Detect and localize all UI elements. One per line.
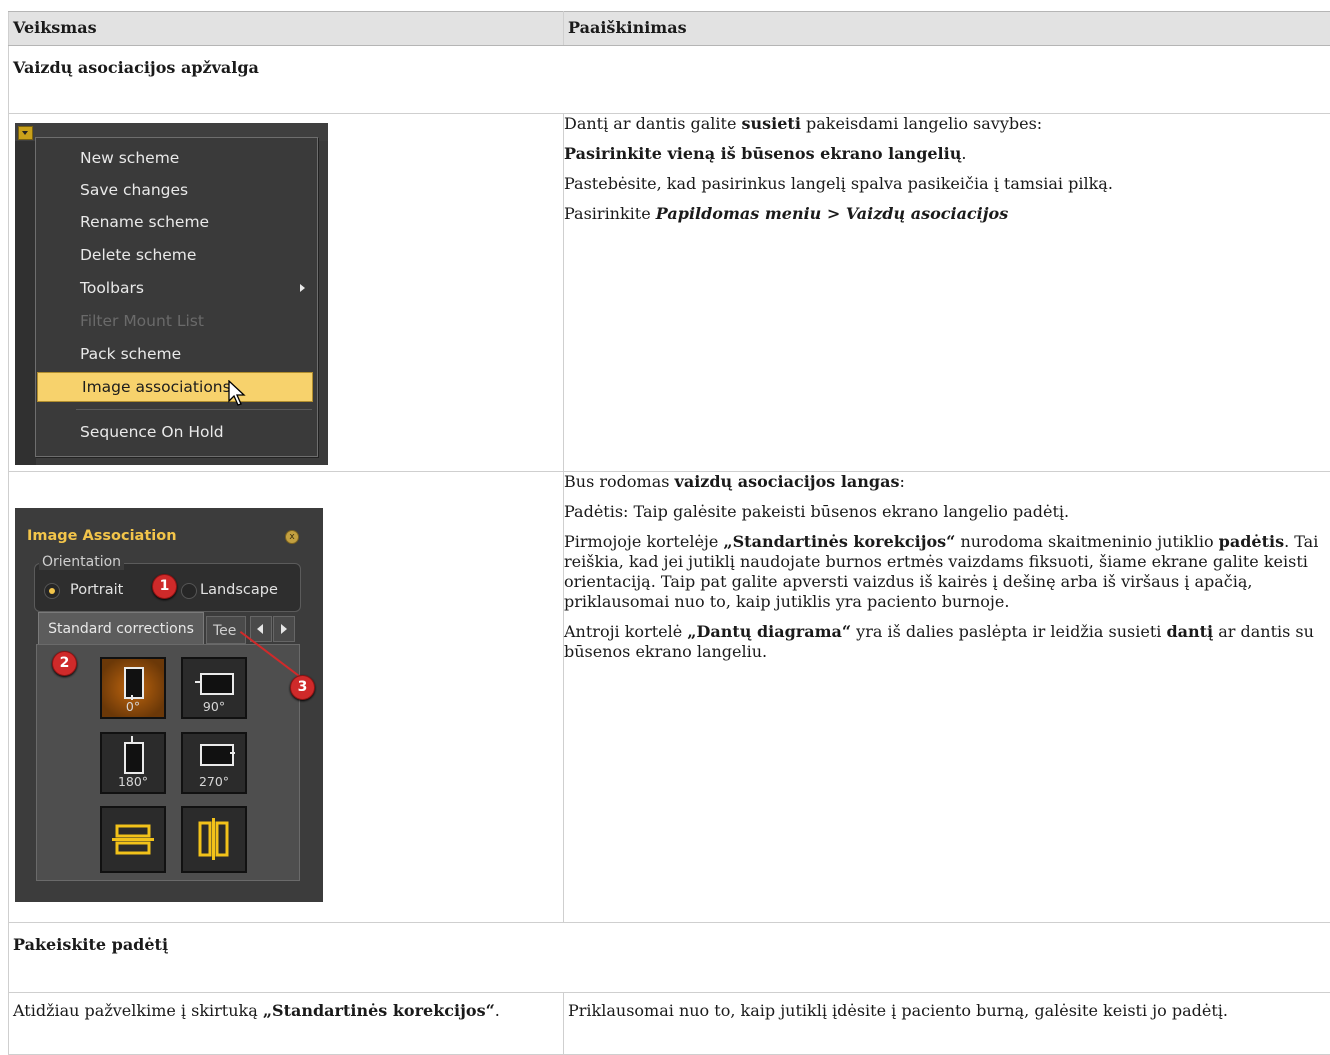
callout-badge-2: 2: [52, 651, 77, 676]
tab-next-arrow-icon[interactable]: [273, 616, 295, 642]
paragraph: Antroji kortelė „Dantų diagrama“ yra iš …: [564, 622, 1330, 662]
menu-item-toolbars[interactable]: Toolbars: [36, 272, 317, 304]
header-action-label: Veiksmas: [13, 18, 97, 37]
menu-item-delete-scheme[interactable]: Delete scheme: [36, 239, 317, 271]
explanation-cell: Dantį ar dantis galite susieti pakeisdam…: [564, 114, 1330, 472]
rotate-270-button[interactable]: 270°: [181, 732, 247, 794]
tab-prev-arrow-icon[interactable]: [250, 616, 272, 642]
radio-landscape-label: Landscape: [200, 582, 278, 598]
sensor-icon: [200, 744, 234, 766]
header-explanation-label: Paaiškinimas: [568, 18, 687, 37]
paragraph: Padėtis: Taip galėsite pakeisti būsenos …: [564, 502, 1330, 522]
section-title-label: Pakeiskite padėtį: [13, 935, 168, 954]
sensor-icon: [124, 742, 144, 774]
section-title-label: Vaizdų asociacijos apžvalga: [13, 58, 259, 77]
sensor-icon: [200, 673, 234, 695]
rotate-180-button[interactable]: 180°: [100, 732, 166, 794]
radio-portrait[interactable]: [44, 583, 60, 599]
header-action: Veiksmas: [9, 12, 564, 46]
paragraph: Pasirinkite Papildomas meniu > Vaizdų as…: [564, 204, 1330, 224]
mouse-cursor-icon: [228, 380, 248, 408]
menu-item-filter-mount-list: Filter Mount List: [36, 305, 317, 337]
menu-item-save-changes[interactable]: Save changes: [36, 174, 317, 206]
sensor-icon: [124, 667, 144, 699]
action-cell: Image Association x Orientation Portrait…: [9, 472, 564, 923]
context-menu: New scheme Save changes Rename scheme De…: [35, 137, 318, 457]
flip-vertical-icon: [102, 808, 164, 871]
tab-bar: Standard corrections Tee: [36, 612, 306, 645]
section-title: Pakeiskite padėtį: [9, 923, 1330, 993]
menu-item-image-associations[interactable]: Image associations: [37, 372, 313, 402]
paragraph: Pirmojoje kortelėje „Standartinės korekc…: [564, 532, 1330, 612]
section-row: Pakeiskite padėtį: [9, 923, 1330, 993]
menu-item-rename-scheme[interactable]: Rename scheme: [36, 206, 317, 238]
paragraph: Pastebėsite, kad pasirinkus langelį spal…: [564, 174, 1330, 194]
table-header-row: Veiksmas Paaiškinimas: [9, 12, 1330, 46]
paragraph: Dantį ar dantis galite susieti pakeisdam…: [564, 114, 1330, 134]
tab-teeth[interactable]: Tee: [206, 616, 246, 644]
menu-item-new-scheme[interactable]: New scheme: [36, 142, 317, 174]
paragraph: Priklausomai nuo to, kaip jutiklį įdėsit…: [568, 1001, 1326, 1021]
orientation-label: Orientation: [39, 554, 124, 570]
action-cell: New scheme Save changes Rename scheme De…: [9, 114, 564, 472]
radio-portrait-label: Portrait: [70, 582, 123, 598]
corrections-panel: 0° 90° 180° 270°: [36, 644, 300, 881]
section-title: Vaizdų asociacijos apžvalga: [9, 46, 1330, 114]
paragraph: Bus rodomas vaizdų asociacijos langas:: [564, 472, 1330, 492]
context-menu-screenshot: New scheme Save changes Rename scheme De…: [15, 123, 328, 465]
paragraph: Pasirinkite vieną iš būsenos ekrano lang…: [564, 144, 1330, 164]
panel-title: Image Association: [27, 528, 177, 544]
table-row: New scheme Save changes Rename scheme De…: [9, 114, 1330, 472]
menu-separator: [76, 409, 312, 410]
table-row: Atidžiau pažvelkime į skirtuką „Standart…: [9, 993, 1330, 1055]
callout-badge-3: 3: [290, 675, 315, 700]
menu-item-sequence-on-hold[interactable]: Sequence On Hold: [36, 416, 317, 448]
flip-horizontal-button[interactable]: [181, 806, 247, 873]
table-row: Image Association x Orientation Portrait…: [9, 472, 1330, 923]
flip-vertical-button[interactable]: [100, 806, 166, 873]
action-cell: Atidžiau pažvelkime į skirtuką „Standart…: [9, 993, 564, 1055]
instructions-table: Veiksmas Paaiškinimas Vaizdų asociacijos…: [8, 11, 1330, 1055]
header-explanation: Paaiškinimas: [564, 12, 1330, 46]
rotate-90-button[interactable]: 90°: [181, 657, 247, 719]
document: Veiksmas Paaiškinimas Vaizdų asociacijos…: [8, 11, 1330, 1055]
callout-badge-1: 1: [152, 574, 177, 599]
radio-landscape[interactable]: [181, 583, 197, 599]
dropdown-arrow-icon[interactable]: [18, 126, 33, 140]
tab-standard-corrections[interactable]: Standard corrections: [38, 612, 204, 645]
section-row: Vaizdų asociacijos apžvalga: [9, 46, 1330, 114]
paragraph: Atidžiau pažvelkime į skirtuką „Standart…: [13, 1001, 559, 1021]
menu-item-pack-scheme[interactable]: Pack scheme: [36, 338, 317, 370]
image-association-screenshot: Image Association x Orientation Portrait…: [15, 508, 323, 902]
explanation-cell: Priklausomai nuo to, kaip jutiklį įdėsit…: [564, 993, 1330, 1055]
flip-horizontal-icon: [183, 808, 245, 871]
rotate-0-button[interactable]: 0°: [100, 657, 166, 719]
close-icon[interactable]: x: [285, 530, 299, 544]
explanation-cell: Bus rodomas vaizdų asociacijos langas: P…: [564, 472, 1330, 923]
submenu-arrow-icon: [300, 284, 305, 292]
